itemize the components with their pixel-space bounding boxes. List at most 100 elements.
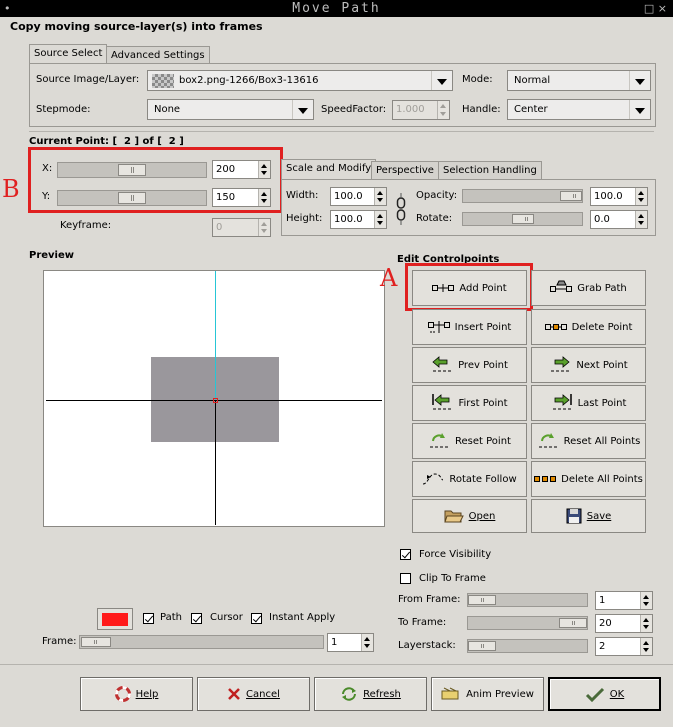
spin-arrows-icon [640, 615, 652, 632]
rotate-slider[interactable] [462, 212, 583, 226]
force-visibility-checkbox[interactable] [400, 549, 411, 560]
anim-preview-button[interactable]: Anim Preview [431, 677, 544, 711]
chevron-down-icon [431, 71, 452, 90]
layerstack-spin[interactable]: 2 [595, 637, 653, 656]
spin-arrows-icon [640, 592, 652, 609]
rotate-slider-handle[interactable] [512, 214, 534, 224]
arrow-right-icon [549, 356, 571, 374]
floppy-disk-icon [566, 508, 582, 524]
spin-arrows-icon [640, 638, 652, 655]
spin-arrows-icon [258, 219, 270, 236]
keyframe-label: Keyframe: [60, 220, 112, 231]
tab-scale-and-modify[interactable]: Scale and Modify [281, 159, 377, 180]
keyframe-spin[interactable]: 0 [212, 218, 271, 237]
insert-point-icon [427, 319, 450, 335]
refresh-button[interactable]: Refresh [314, 677, 427, 711]
keyframe-value: 0 [216, 222, 223, 233]
source-image-combo[interactable]: box2.png-1266/Box3-13616 [147, 70, 453, 91]
from-frame-slider-handle[interactable] [468, 595, 496, 605]
stepmode-value: None [154, 104, 181, 115]
mode-combo[interactable]: Normal [507, 70, 651, 91]
insert-point-label: Insert Point [454, 321, 512, 333]
from-frame-value: 1 [599, 595, 606, 606]
clip-to-frame-label: Clip To Frame [419, 573, 486, 584]
ok-label: OK [609, 688, 625, 700]
cancel-button[interactable]: Cancel [197, 677, 310, 711]
folder-open-icon [443, 508, 464, 524]
save-button[interactable]: Save [531, 499, 646, 533]
opacity-slider-handle[interactable] [560, 191, 582, 201]
preview-canvas[interactable] [43, 270, 385, 527]
chain-link-icon[interactable] [396, 193, 406, 228]
instant-apply-checkbox[interactable] [251, 613, 262, 624]
reset-all-points-button[interactable]: Reset All Points [531, 423, 646, 459]
to-frame-slider-handle[interactable] [559, 618, 587, 628]
control-point-marker[interactable] [213, 398, 218, 403]
rotate-value: 0.0 [594, 214, 610, 225]
first-point-button[interactable]: First Point [412, 385, 527, 421]
open-button[interactable]: Open [412, 499, 527, 533]
open-label: Open [468, 510, 496, 522]
cursor-label: Cursor [210, 612, 243, 623]
rotate-follow-button[interactable]: Rotate Follow [412, 461, 527, 497]
clip-to-frame-checkbox[interactable] [400, 573, 411, 584]
window-controls-icon[interactable]: □ × [644, 0, 667, 17]
layerstack-slider[interactable] [467, 639, 588, 653]
delete-all-points-button[interactable]: Delete All Points [531, 461, 646, 497]
width-spin[interactable]: 100.0 [330, 187, 387, 206]
tab-source-select[interactable]: Source Select [29, 44, 108, 65]
opacity-slider[interactable] [462, 189, 583, 203]
rotate-spin[interactable]: 0.0 [590, 210, 648, 229]
spin-arrows-icon [635, 188, 647, 205]
reset-point-button[interactable]: Reset Point [412, 423, 527, 459]
mode-value: Normal [514, 75, 551, 86]
help-button[interactable]: Help [80, 677, 193, 711]
spin-arrows-icon [635, 211, 647, 228]
height-spin[interactable]: 100.0 [330, 210, 387, 229]
check-hand-icon [585, 686, 605, 702]
delete-point-button[interactable]: Delete Point [531, 309, 646, 345]
spin-arrows-icon [361, 634, 373, 651]
crosshair-vertical [215, 401, 216, 525]
delete-point-label: Delete Point [571, 321, 633, 333]
from-frame-slider[interactable] [467, 593, 588, 607]
prev-point-button[interactable]: Prev Point [412, 347, 527, 383]
cursor-checkbox[interactable] [191, 613, 202, 624]
lifebuoy-icon [114, 686, 131, 702]
delete-all-points-icon [534, 474, 557, 484]
tab-perspective[interactable]: Perspective [371, 161, 439, 180]
path-color-button[interactable] [97, 608, 133, 630]
opacity-spin[interactable]: 100.0 [590, 187, 648, 206]
stepmode-combo[interactable]: None [147, 99, 314, 120]
path-color-swatch [102, 612, 128, 626]
frame-spin[interactable]: 1 [327, 633, 374, 652]
last-point-button[interactable]: Last Point [531, 385, 646, 421]
help-label: Help [135, 688, 159, 700]
frame-slider[interactable] [79, 635, 324, 649]
speedfactor-spin[interactable]: 1.000 [392, 100, 450, 120]
reset-point-label: Reset Point [455, 435, 511, 447]
cancel-label: Cancel [246, 688, 280, 700]
frame-slider-handle[interactable] [81, 637, 111, 647]
grab-path-button[interactable]: Grab Path [531, 270, 646, 306]
speedfactor-value: 1.000 [396, 104, 425, 115]
ok-button[interactable]: OK [548, 677, 661, 711]
tab-selection-handling[interactable]: Selection Handling [438, 161, 542, 180]
cursor-line [215, 271, 216, 400]
anim-preview-label: Anim Preview [466, 688, 534, 700]
to-frame-slider[interactable] [467, 616, 588, 630]
insert-point-button[interactable]: Insert Point [412, 309, 527, 345]
path-checkbox[interactable] [143, 613, 154, 624]
refresh-label: Refresh [363, 688, 401, 700]
opacity-value: 100.0 [594, 191, 623, 202]
from-frame-spin[interactable]: 1 [595, 591, 653, 610]
next-point-button[interactable]: Next Point [531, 347, 646, 383]
layerstack-slider-handle[interactable] [468, 641, 496, 651]
title-bar: • Move Path □ × [0, 0, 673, 17]
source-image-value: box2.png-1266/Box3-13616 [179, 75, 319, 86]
handle-combo[interactable]: Center [507, 99, 651, 120]
rotate-follow-label: Rotate Follow [449, 473, 517, 485]
first-point-icon [431, 394, 453, 412]
to-frame-spin[interactable]: 20 [595, 614, 653, 633]
layer-thumbnail-icon [152, 74, 174, 88]
